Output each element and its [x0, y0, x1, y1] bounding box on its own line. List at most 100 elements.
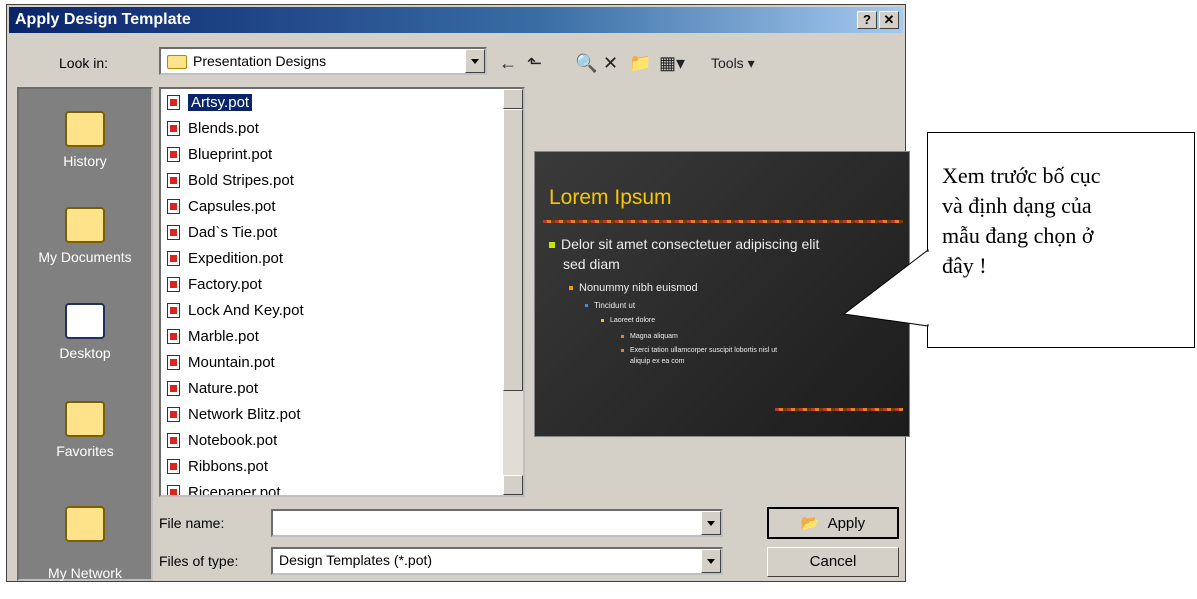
- look-in-label: Look in:: [59, 55, 109, 71]
- place-label: My Documents: [38, 249, 132, 265]
- preview-line: Tincidunt ut: [585, 301, 635, 310]
- template-file-icon: [167, 250, 180, 266]
- place-favorites[interactable]: Favorites: [19, 401, 151, 459]
- network-places-icon: [65, 506, 105, 542]
- place-label: Favorites: [56, 443, 114, 459]
- history-icon: [65, 111, 105, 147]
- scroll-thumb[interactable]: [503, 109, 523, 391]
- window-title: Apply Design Template: [15, 11, 191, 28]
- file-list[interactable]: Artsy.pot Blends.pot Blueprint.pot Bold …: [159, 87, 525, 497]
- file-name: Dad`s Tie.pot: [188, 224, 278, 241]
- preview-line: Laoreet dolore: [601, 317, 655, 324]
- files-of-type-dropdown-button[interactable]: [701, 549, 721, 573]
- cancel-button[interactable]: Cancel: [767, 547, 899, 577]
- callout-text: Xem trước bố cục và định dạng của mẫu đa…: [942, 163, 1101, 278]
- file-name: Lock And Key.pot: [188, 302, 304, 319]
- apply-label: Apply: [827, 515, 866, 532]
- list-item[interactable]: Lock And Key.pot: [167, 299, 304, 323]
- file-name: Ricepaper.pot: [188, 484, 281, 495]
- files-of-type-label: Files of type:: [159, 553, 239, 569]
- files-of-type-select[interactable]: Design Templates (*.pot): [271, 547, 723, 575]
- list-item[interactable]: Notebook.pot: [167, 429, 277, 453]
- list-item[interactable]: Dad`s Tie.pot: [167, 221, 277, 245]
- template-file-icon: [167, 458, 180, 474]
- desktop-icon: [65, 303, 105, 339]
- list-item[interactable]: Mountain.pot: [167, 351, 275, 375]
- file-name-dropdown-button[interactable]: [701, 511, 721, 535]
- list-item[interactable]: Bold Stripes.pot: [167, 169, 294, 193]
- file-name: Blends.pot: [188, 120, 259, 137]
- file-name-label: File name:: [159, 515, 225, 531]
- views-icon[interactable]: ▦▾: [659, 51, 685, 75]
- place-my-network-places[interactable]: My Network Places: [19, 489, 151, 599]
- place-label: Desktop: [59, 345, 111, 361]
- callout-pointer: [842, 248, 930, 327]
- place-my-documents[interactable]: My Documents: [19, 207, 151, 265]
- preview-line: Delor sit amet consectetuer adipiscing e…: [549, 236, 819, 252]
- list-item[interactable]: Network Blitz.pot: [167, 403, 301, 427]
- callout-box: Xem trước bố cục và định dạng của mẫu đa…: [927, 132, 1195, 348]
- file-name-input[interactable]: [271, 509, 723, 537]
- search-web-icon[interactable]: 🔍: [575, 51, 597, 75]
- place-desktop[interactable]: Desktop: [19, 303, 151, 361]
- look-in-value: Presentation Designs: [193, 53, 327, 69]
- file-name: Artsy.pot: [186, 93, 254, 112]
- preview-title: Lorem Ipsum: [549, 186, 672, 209]
- preview-line: Nonummy nibh euismod: [569, 282, 698, 294]
- list-item[interactable]: Blends.pot: [167, 117, 259, 141]
- list-item[interactable]: Artsy.pot: [167, 91, 254, 115]
- list-item[interactable]: Ribbons.pot: [167, 455, 268, 479]
- preview-decorative-rule: [775, 408, 903, 411]
- list-item[interactable]: Blueprint.pot: [167, 143, 272, 167]
- preview-line: aliquip ex ea com: [630, 358, 685, 365]
- preview-line: Magna aliquam: [621, 333, 678, 340]
- preview-line: Exerci tation ullamcorper suscipit lobor…: [621, 347, 777, 354]
- template-file-icon: [167, 484, 180, 495]
- template-file-icon: [167, 120, 180, 136]
- help-button[interactable]: ?: [857, 11, 877, 29]
- back-icon[interactable]: ←: [499, 51, 517, 75]
- look-in-dropdown-button[interactable]: [465, 49, 485, 73]
- list-item[interactable]: Expedition.pot: [167, 247, 283, 271]
- file-name: Factory.pot: [188, 276, 262, 293]
- place-label: My Network Places: [48, 565, 122, 598]
- template-file-icon: [167, 94, 180, 110]
- delete-icon[interactable]: ✕: [603, 51, 618, 75]
- close-button[interactable]: ✕: [879, 11, 899, 29]
- scroll-down-button[interactable]: [503, 475, 523, 495]
- file-list-scrollbar[interactable]: [503, 89, 523, 495]
- files-of-type-value: Design Templates (*.pot): [279, 552, 433, 568]
- place-history[interactable]: History: [19, 111, 151, 169]
- template-file-icon: [167, 328, 180, 344]
- tools-menu[interactable]: Tools ▾: [711, 51, 755, 75]
- template-file-icon: [167, 354, 180, 370]
- apply-design-template-dialog: Apply Design Template ? ✕ Look in: Prese…: [6, 4, 910, 598]
- file-name: Blueprint.pot: [188, 146, 273, 163]
- file-name: Capsules.pot: [188, 198, 276, 215]
- folder-icon: [167, 55, 187, 70]
- up-one-level-icon[interactable]: ⬑: [527, 51, 542, 75]
- template-file-icon: [167, 224, 180, 240]
- new-folder-icon[interactable]: 📁: [629, 51, 651, 75]
- place-label: History: [63, 153, 107, 169]
- template-file-icon: [167, 276, 180, 292]
- file-name: Nature.pot: [188, 380, 259, 397]
- list-item[interactable]: Marble.pot: [167, 325, 259, 349]
- look-in-combobox[interactable]: Presentation Designs: [159, 47, 487, 75]
- list-item[interactable]: Capsules.pot: [167, 195, 276, 219]
- file-name: Bold Stripes.pot: [188, 172, 294, 189]
- places-bar: History My Documents Desktop Favorites M…: [17, 87, 153, 598]
- list-item[interactable]: Ricepaper.pot: [167, 481, 281, 495]
- apply-button[interactable]: 📂 Apply: [767, 507, 899, 539]
- file-name: Network Blitz.pot: [188, 406, 301, 423]
- file-name: Notebook.pot: [188, 432, 278, 449]
- title-bar: Apply Design Template ? ✕: [9, 7, 903, 33]
- list-item[interactable]: Factory.pot: [167, 273, 262, 297]
- file-name: Marble.pot: [188, 328, 259, 345]
- template-file-icon: [167, 146, 180, 162]
- my-documents-icon: [65, 207, 105, 243]
- file-name: Mountain.pot: [188, 354, 275, 371]
- file-name: Expedition.pot: [188, 250, 284, 267]
- list-item[interactable]: Nature.pot: [167, 377, 258, 401]
- scroll-up-button[interactable]: [503, 89, 523, 109]
